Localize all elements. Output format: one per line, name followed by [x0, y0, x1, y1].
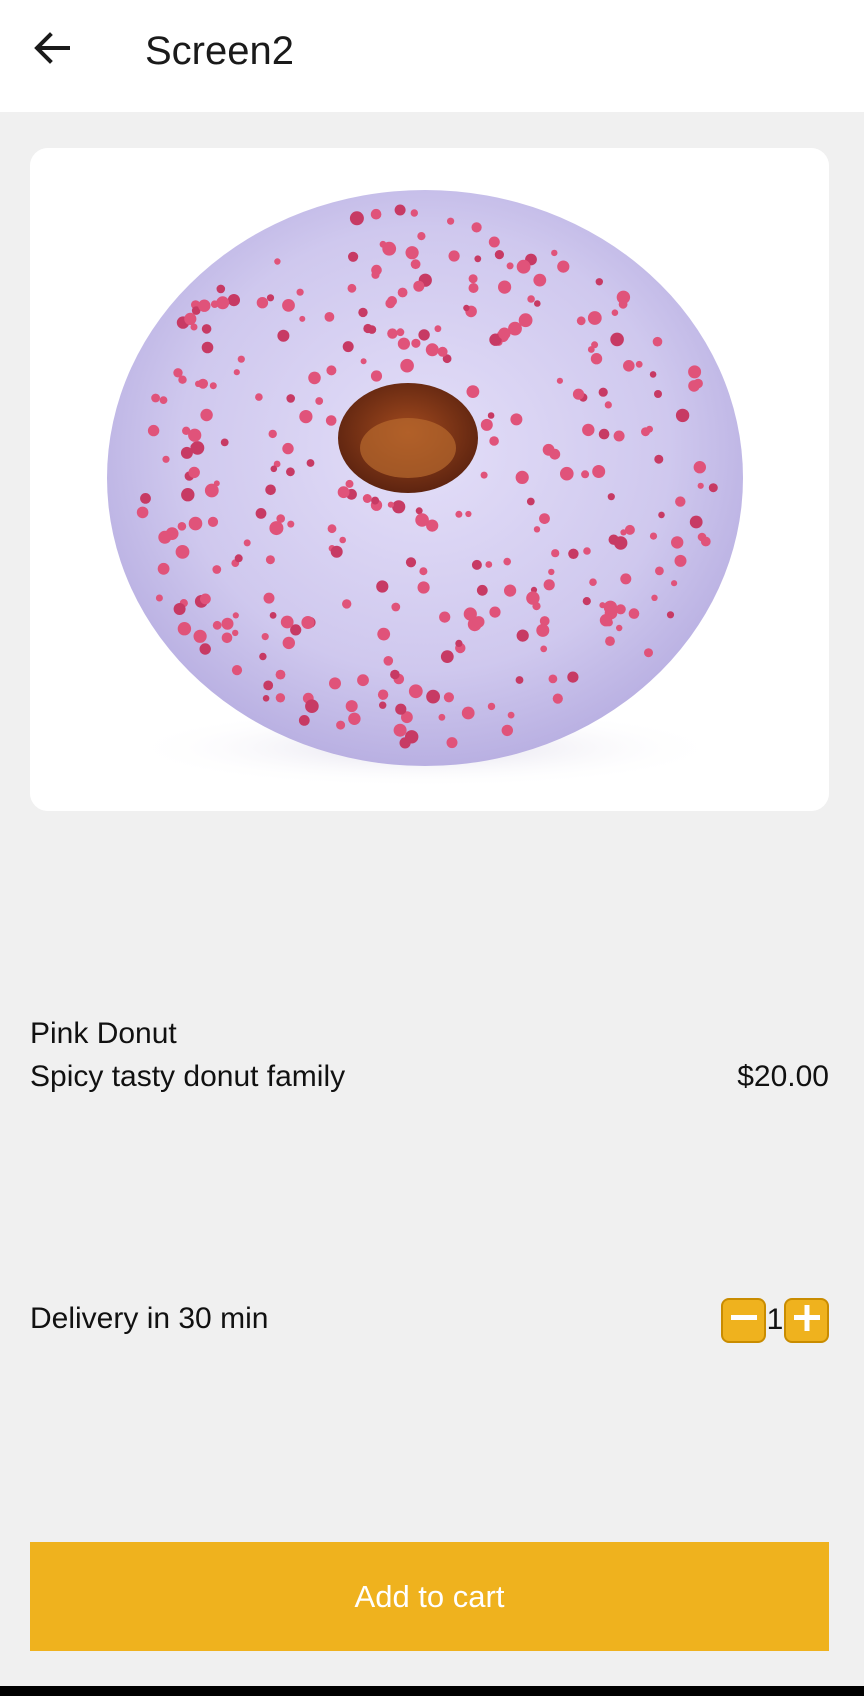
app-bar: Screen2: [0, 0, 864, 112]
add-to-cart-button[interactable]: Add to cart: [30, 1542, 829, 1651]
decrement-button[interactable]: [721, 1297, 766, 1343]
delivery-time: Delivery in 30 min: [30, 1302, 269, 1335]
product-image: [30, 148, 829, 811]
product-name: Pink Donut: [30, 1017, 177, 1050]
quantity-stepper: 1: [721, 1297, 829, 1343]
minus-icon: [729, 1303, 759, 1338]
back-button[interactable]: [22, 20, 82, 80]
app-screen: Screen2 Pink Donut Spicy tasty donut fam…: [0, 0, 864, 1696]
page-title: Screen2: [145, 29, 294, 73]
quantity-value: 1: [766, 1303, 784, 1336]
increment-button[interactable]: [784, 1297, 829, 1343]
plus-icon: [792, 1303, 822, 1338]
product-description: Spicy tasty donut family: [30, 1060, 346, 1093]
donut-image: [30, 148, 829, 811]
arrow-left-icon: [32, 28, 72, 73]
product-price: $20.00: [737, 1060, 829, 1093]
system-nav-strip: [0, 1686, 864, 1696]
